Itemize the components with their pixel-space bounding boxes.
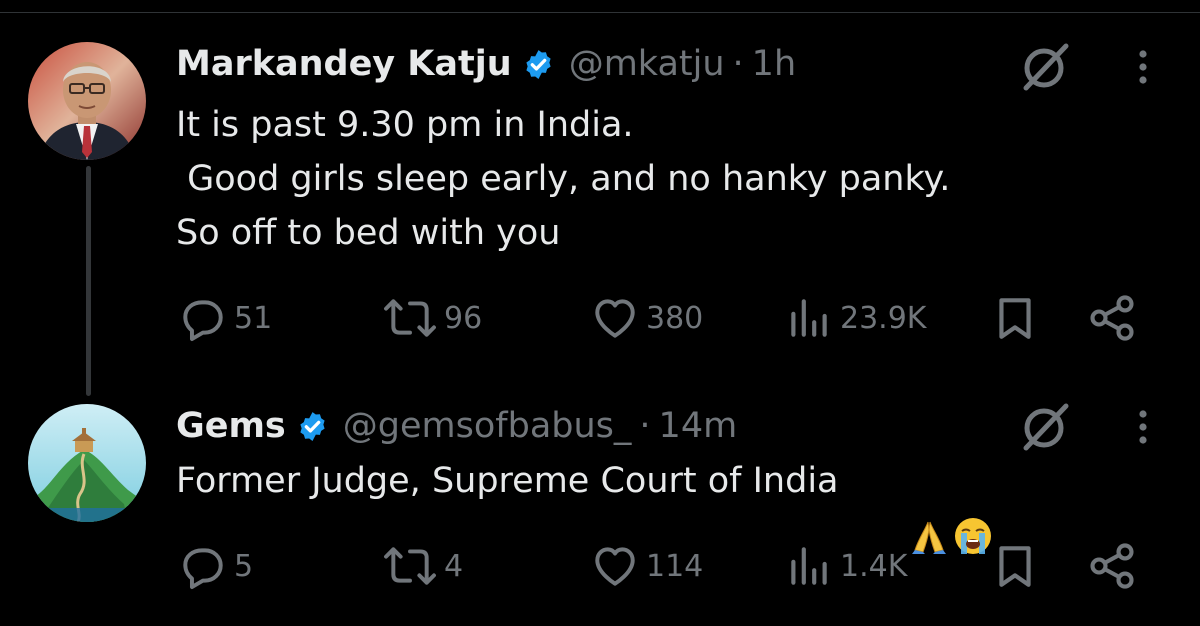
display-name[interactable]: Markandey Katju [176, 44, 512, 84]
reply-count: 51 [234, 300, 273, 336]
action-bar: 51 96 380 23.9K [0, 288, 1200, 348]
separator-dot: · [639, 406, 651, 446]
share-button[interactable] [1086, 536, 1138, 596]
folded-hands-emoji-icon [843, 462, 947, 554]
views-icon [784, 293, 834, 343]
verified-badge-icon [522, 48, 555, 81]
avatar[interactable] [28, 42, 146, 160]
tweet-text: Former Judge, Supreme Court of India [176, 461, 839, 501]
repost-button[interactable]: 96 [382, 288, 482, 348]
share-button[interactable] [1086, 288, 1138, 348]
heart-icon [590, 541, 640, 591]
bookmark-icon [990, 541, 1040, 591]
tweet-header: Markandey Katju @mkatju · 1h [176, 40, 796, 88]
repost-icon [382, 293, 438, 343]
action-bar: 5 4 114 1.4K [0, 536, 1200, 596]
display-name[interactable]: Gems [176, 406, 286, 446]
like-button[interactable]: 380 [590, 288, 703, 348]
timestamp[interactable]: 1h [752, 44, 796, 84]
grok-icon[interactable] [1016, 38, 1072, 94]
reply-button[interactable]: 51 [178, 288, 272, 348]
handle[interactable]: @mkatju [569, 44, 725, 84]
handle[interactable]: @gemsofbabus_ [343, 406, 632, 446]
verified-badge-icon [296, 410, 329, 443]
tweet[interactable]: Gems @gemsofbabus_ · 14m Former Judge, S… [0, 380, 1200, 620]
reply-icon [178, 541, 228, 591]
repost-count: 4 [444, 548, 464, 584]
timestamp[interactable]: 14m [659, 406, 738, 446]
views-count: 1.4K [840, 548, 908, 584]
loudly-crying-face-emoji-icon [887, 462, 992, 554]
views-count: 23.9K [840, 300, 927, 336]
bookmark-button[interactable] [990, 288, 1040, 348]
share-icon [1086, 292, 1138, 344]
tweet-text: It is past 9.30 pm in India. Good girls … [176, 105, 951, 253]
tweet-text-container: Former Judge, Supreme Court of India [176, 454, 992, 554]
like-button[interactable]: 114 [590, 536, 703, 596]
grok-icon[interactable] [1016, 398, 1072, 454]
views-button[interactable]: 1.4K [784, 536, 907, 596]
separator-dot: · [732, 44, 744, 84]
tweet-header: Gems @gemsofbabus_ · 14m [176, 402, 737, 450]
avatar[interactable] [28, 404, 146, 522]
bookmark-icon [990, 293, 1040, 343]
repost-icon [382, 541, 438, 591]
bookmark-button[interactable] [990, 536, 1040, 596]
heart-icon [590, 293, 640, 343]
like-count: 380 [646, 300, 704, 336]
repost-count: 96 [444, 300, 483, 336]
reply-count: 5 [234, 548, 254, 584]
views-icon [784, 541, 834, 591]
tweet[interactable]: Markandey Katju @mkatju · 1h It is past … [0, 0, 1200, 380]
more-icon[interactable] [1126, 38, 1160, 94]
repost-button[interactable]: 4 [382, 536, 463, 596]
more-icon[interactable] [1126, 398, 1160, 454]
share-icon [1086, 540, 1138, 592]
reply-button[interactable]: 5 [178, 536, 253, 596]
reply-icon [178, 293, 228, 343]
views-button[interactable]: 23.9K [784, 288, 926, 348]
like-count: 114 [646, 548, 704, 584]
